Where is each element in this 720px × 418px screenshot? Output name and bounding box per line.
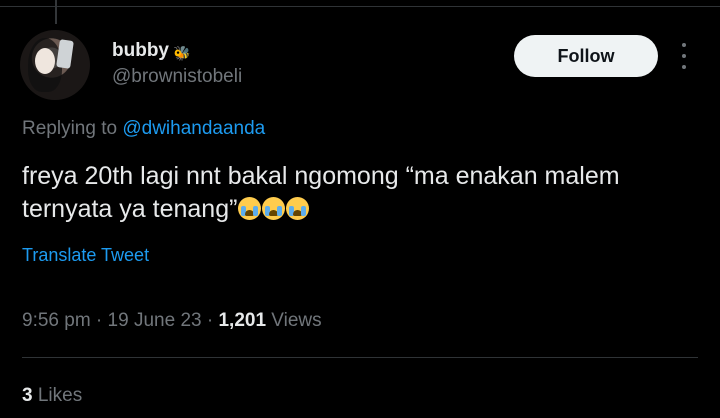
likes-label: Likes	[32, 385, 83, 406]
tweet-time[interactable]: 9:56 pm	[22, 310, 91, 331]
top-divider	[0, 6, 720, 7]
display-name[interactable]: bubby	[112, 40, 169, 62]
tweet-text-line-2: ternyata ya tenang”	[22, 195, 238, 223]
replying-prefix: Replying to	[22, 118, 123, 139]
loudly-crying-face-icon	[238, 197, 262, 220]
views-count: 1,201	[218, 310, 267, 331]
likes-count: 3	[22, 385, 33, 406]
follow-button[interactable]: Follow	[514, 35, 658, 77]
reply-mention-link[interactable]: @dwihandaanda	[122, 118, 265, 139]
translate-tweet-link[interactable]: Translate Tweet	[22, 245, 149, 266]
avatar[interactable]	[20, 30, 90, 100]
more-options-icon[interactable]	[676, 43, 692, 69]
user-handle[interactable]: @brownistobeli	[112, 66, 242, 88]
likes-stat[interactable]: 3 Likes	[22, 385, 82, 407]
author-name-row[interactable]: bubby 🐝	[112, 40, 190, 62]
tweet-text-line-1: freya 20th lagi nnt bakal ngomong “ma en…	[22, 162, 620, 190]
views-label: Views	[266, 310, 322, 331]
replying-to: Replying to @dwihandaanda	[22, 118, 265, 140]
loudly-crying-face-icon	[286, 197, 310, 220]
divider	[22, 357, 698, 358]
tweet-text: freya 20th lagi nnt bakal ngomong “ma en…	[22, 160, 702, 226]
tweet-meta: 9:56 pm · 19 June 23 · 1,201 Views	[22, 310, 322, 331]
loudly-crying-face-icon	[262, 197, 286, 220]
bee-icon: 🐝	[173, 44, 191, 61]
thread-connector-line	[55, 0, 57, 24]
tweet-date[interactable]: 19 June 23	[108, 310, 202, 331]
